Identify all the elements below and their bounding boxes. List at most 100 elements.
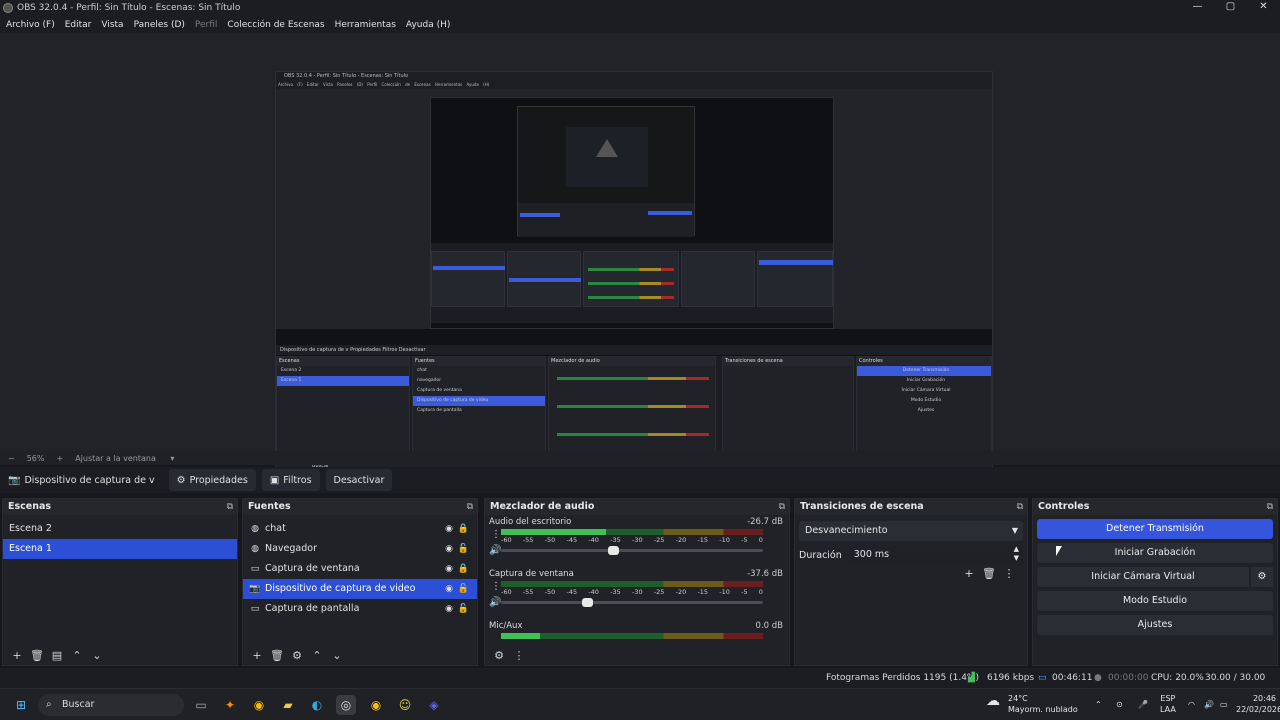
- edge-icon[interactable]: ◐: [307, 695, 327, 715]
- nested-title: OBS 32.0.4 - Perfil: Sin Título - Escena…: [276, 72, 992, 81]
- source-item[interactable]: ◍ Navegador ◉ 🔓: [243, 539, 477, 559]
- undock-icon[interactable]: ⧉: [1017, 499, 1023, 515]
- deactivate-button[interactable]: Desactivar: [325, 469, 393, 491]
- volume-slider[interactable]: [501, 546, 763, 555]
- obs-taskbar-icon[interactable]: ◎: [336, 695, 356, 715]
- battery-icon[interactable]: ▭: [1220, 699, 1228, 710]
- preview-canvas[interactable]: OBS 32.0.4 - Perfil: Sin Título - Escena…: [275, 71, 993, 477]
- eye-icon[interactable]: ◉: [445, 599, 453, 619]
- chevron-up-icon[interactable]: ⌃: [1095, 699, 1102, 710]
- undock-icon[interactable]: ⧉: [227, 499, 233, 515]
- eye-icon[interactable]: ◉: [445, 539, 453, 559]
- move-up-button[interactable]: ⌃: [67, 649, 87, 662]
- menu-paneles[interactable]: Paneles (D): [134, 20, 185, 30]
- add-scene-button[interactable]: +: [7, 649, 27, 662]
- maximize-button[interactable]: ▢: [1214, 0, 1247, 16]
- menu-ayuda[interactable]: Ayuda (H): [406, 20, 450, 30]
- speaker-icon[interactable]: 🔊: [1204, 699, 1214, 710]
- taskbar-search[interactable]: ⌕ Buscar: [38, 694, 184, 716]
- studio-mode-button[interactable]: Modo Estudio: [1037, 591, 1273, 611]
- gear-icon[interactable]: ⚙: [1249, 567, 1273, 587]
- source-item[interactable]: ▭ Captura de pantalla ◉ 🔓: [243, 599, 477, 619]
- volume-meter: [501, 581, 763, 587]
- unlock-icon[interactable]: 🔓: [458, 599, 469, 619]
- remove-source-button[interactable]: 🗑: [267, 649, 287, 662]
- weather[interactable]: 24°C Mayorm. nublado: [1008, 693, 1078, 715]
- discord-icon[interactable]: ◈: [424, 695, 444, 715]
- close-button[interactable]: ✕: [1247, 0, 1280, 16]
- add-transition-button[interactable]: +: [959, 567, 979, 580]
- spinner-icon[interactable]: ▲ ▼: [1014, 545, 1019, 563]
- fit-select[interactable]: Ajustar a la ventana ▾: [75, 454, 174, 463]
- menu-coleccion-escenas[interactable]: Colección de Escenas: [227, 20, 324, 30]
- move-up-button[interactable]: ⌃: [307, 649, 327, 662]
- slider-knob[interactable]: [582, 598, 594, 607]
- eye-icon[interactable]: ◉: [445, 519, 453, 539]
- wifi-icon[interactable]: ◠: [1188, 699, 1195, 710]
- move-down-button[interactable]: ⌄: [87, 649, 107, 662]
- copilot-icon[interactable]: ✦: [220, 695, 240, 715]
- scene-item[interactable]: Escena 1: [3, 539, 237, 559]
- app-icon[interactable]: ☺: [395, 695, 415, 715]
- tray-app-icon[interactable]: ⊙: [1116, 699, 1123, 710]
- chrome-icon[interactable]: ◉: [249, 695, 269, 715]
- speaker-icon[interactable]: 🔊: [489, 597, 501, 608]
- lock-icon[interactable]: 🔒: [458, 559, 469, 579]
- remove-scene-button[interactable]: 🗑: [27, 649, 47, 662]
- speaker-icon[interactable]: 🔊: [489, 545, 501, 556]
- channel-name: Audio del escritorio: [489, 517, 572, 527]
- transition-select[interactable]: Desvanecimiento ▼: [799, 521, 1023, 541]
- filters-button[interactable]: ▣ Filtros: [261, 469, 320, 491]
- move-down-button[interactable]: ⌄: [327, 649, 347, 662]
- input-language[interactable]: ESP LAA: [1160, 693, 1176, 715]
- mixer-menu-button[interactable]: ⋮: [509, 649, 529, 662]
- scene-filters-button[interactable]: ▤: [47, 649, 67, 662]
- duration-input[interactable]: 300 ms ▲ ▼: [849, 545, 1023, 565]
- menu-perfil[interactable]: Perfil: [195, 20, 218, 30]
- slider-knob[interactable]: [608, 546, 620, 555]
- file-explorer-icon[interactable]: ▰: [278, 695, 298, 715]
- source-item[interactable]: 📷 Dispositivo de captura de video ◉ 🔓: [243, 579, 477, 599]
- microphone-icon[interactable]: 🎤: [1138, 699, 1148, 710]
- windows-start-icon[interactable]: ⊞: [11, 695, 31, 715]
- advanced-audio-button[interactable]: ⚙: [489, 649, 509, 662]
- weather-icon[interactable]: ☁: [986, 694, 1000, 708]
- minimize-button[interactable]: —: [1181, 0, 1214, 16]
- eye-icon[interactable]: ◉: [445, 559, 453, 579]
- undock-icon[interactable]: ⧉: [1267, 499, 1273, 515]
- undock-icon[interactable]: ⧉: [779, 499, 785, 515]
- weather-desc: Mayorm. nublado: [1008, 705, 1078, 714]
- settings-button[interactable]: Ajustes: [1037, 615, 1273, 635]
- window-icon: ▭: [250, 564, 260, 574]
- properties-button[interactable]: ⚙ Propiedades: [168, 469, 256, 491]
- menu-archivo[interactable]: Archivo (F): [6, 20, 55, 30]
- task-view-icon[interactable]: ▭: [191, 695, 211, 715]
- menu-herramientas[interactable]: Herramientas: [335, 20, 396, 30]
- menu-editar[interactable]: Editar: [65, 20, 92, 30]
- zoom-in-button[interactable]: +: [56, 454, 63, 463]
- menu-vista[interactable]: Vista: [101, 20, 123, 30]
- transition-menu-button[interactable]: ⋮: [999, 567, 1019, 580]
- channel-menu-icon[interactable]: ⋮: [491, 529, 501, 540]
- volume-slider[interactable]: [501, 598, 763, 607]
- remove-transition-button[interactable]: 🗑: [979, 567, 999, 580]
- stop-stream-button[interactable]: Detener Transmisión: [1037, 519, 1273, 539]
- add-source-button[interactable]: +: [247, 649, 267, 662]
- scene-item[interactable]: Escena 2: [3, 519, 237, 539]
- start-recording-button[interactable]: Iniciar Grabación: [1037, 543, 1273, 563]
- unlock-icon[interactable]: 🔓: [458, 539, 469, 559]
- undock-icon[interactable]: ⧉: [467, 499, 473, 515]
- preview-area[interactable]: OBS 32.0.4 - Perfil: Sin Título - Escena…: [0, 33, 1280, 477]
- unlock-icon[interactable]: 🔓: [458, 579, 469, 599]
- eye-icon[interactable]: ◉: [445, 579, 453, 599]
- chrome-profile-icon[interactable]: ◉: [366, 695, 386, 715]
- source-item[interactable]: ▭ Captura de ventana ◉ 🔒: [243, 559, 477, 579]
- channel-menu-icon[interactable]: ⋮: [491, 581, 501, 592]
- zoom-out-button[interactable]: −: [8, 454, 15, 463]
- source-properties-button[interactable]: ⚙: [287, 649, 307, 662]
- virtual-camera-button[interactable]: Iniciar Cámara Virtual ⚙: [1037, 567, 1273, 587]
- sources-header: Fuentes ⧉: [243, 499, 477, 515]
- clock[interactable]: 20:46 22/02/2026: [1236, 693, 1280, 715]
- lock-icon[interactable]: 🔒: [458, 519, 469, 539]
- source-item[interactable]: ◍ chat ◉ 🔒: [243, 519, 477, 539]
